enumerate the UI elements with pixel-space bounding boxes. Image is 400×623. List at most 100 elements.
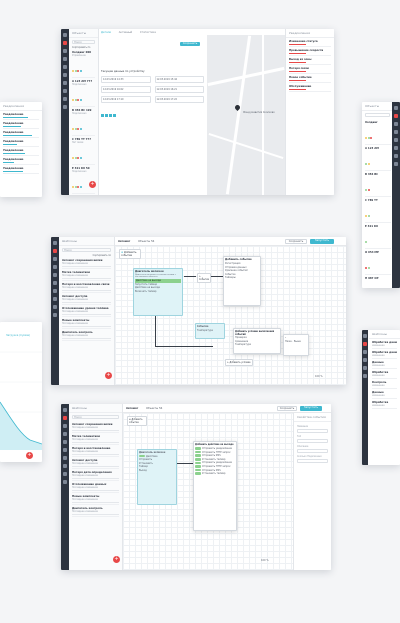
list-item[interactable]: Холдинг xyxy=(365,119,391,145)
canvas[interactable]: ⊕ Добавить событие Двигатель включен Дви… xyxy=(115,246,346,385)
list-item-sub: Последнее изменение xyxy=(72,425,98,429)
date-field[interactable]: 12.03.2019 16:21 xyxy=(154,86,204,93)
property-field[interactable] xyxy=(297,439,328,443)
nav-rail xyxy=(362,330,368,465)
list-item[interactable]: Уведомление xyxy=(3,156,39,165)
main-event-node[interactable]: Двигатель включен Двигатель включен в со… xyxy=(133,268,183,316)
add-event-mini[interactable]: + Событие xyxy=(197,273,211,283)
notification-item[interactable]: Изменение статуса xyxy=(289,38,331,47)
property-field[interactable] xyxy=(297,449,328,453)
list-item[interactable]: Двигатель контроль Последнее изменение xyxy=(72,505,119,517)
main-event-node[interactable]: Двигатель включен Действие Отправить Уст… xyxy=(137,449,177,505)
start-node[interactable]: ⊕ Добавить событие xyxy=(127,416,147,426)
list-item[interactable]: Отслеживание данных Последнее изменение xyxy=(72,481,119,493)
list-item[interactable]: Данные изменение xyxy=(372,389,397,399)
search-input[interactable] xyxy=(365,113,390,117)
list-item[interactable]: E 321 KX 50 Подключено xyxy=(72,165,95,194)
list-item[interactable]: Уведомление xyxy=(3,120,39,129)
list-item[interactable]: Новые комплекты Последнее изменение xyxy=(72,493,119,505)
list-item[interactable]: O 654 MP 77Подключено xyxy=(72,194,95,195)
date-field[interactable]: 12.03.2019 14:33 xyxy=(101,76,151,83)
notification-item[interactable]: Обслуживание xyxy=(289,83,331,92)
search-input[interactable]: Поиск xyxy=(72,415,119,419)
list-item[interactable]: H 987 OP xyxy=(365,275,391,288)
save-button[interactable]: Сохранить xyxy=(277,406,297,411)
node-row[interactable]: Выход xyxy=(139,469,175,473)
list-item[interactable]: Автомат доступа Последнее изменение xyxy=(72,457,119,469)
zoom-level[interactable]: 100 % xyxy=(261,559,269,562)
date-field[interactable]: 12.03.2019 15:44 xyxy=(154,76,204,83)
canvas[interactable]: ⊕ Добавить событие Двигатель включен Дей… xyxy=(123,413,293,570)
popup-row[interactable]: Установить таймер xyxy=(195,472,235,476)
map-view[interactable]: Фонд развития Сколково xyxy=(207,35,285,195)
list-item[interactable]: A 123 AM xyxy=(365,145,391,171)
list-item[interactable]: A 123 AM 777 Подключено xyxy=(72,78,95,107)
list-item[interactable]: Уведомление xyxy=(3,138,39,147)
breadcrumb-objects[interactable]: Объекты 56 xyxy=(138,240,154,243)
list-item[interactable]: Обработка данныхизменение xyxy=(372,339,397,349)
breadcrumb-automaton[interactable]: Автомат xyxy=(126,407,138,410)
list-item[interactable]: Метка телематики Последнее изменение xyxy=(72,433,119,445)
value-row[interactable]: Ниже · Выше xyxy=(285,340,307,344)
save-button[interactable]: Сохранить xyxy=(285,239,307,244)
list-item[interactable]: Уведомление xyxy=(3,165,39,174)
list-item[interactable]: Потеря дата определения Последнее изменен… xyxy=(72,469,119,481)
list-item[interactable]: Обработка данныхизменение xyxy=(372,349,397,359)
tab-stats[interactable]: Статистика xyxy=(140,31,156,34)
list-item[interactable]: C 789 TT xyxy=(365,197,391,223)
list-item[interactable]: B 456 BC 199 Подключено xyxy=(72,107,95,136)
notification-item[interactable]: Потеря связи xyxy=(289,65,331,74)
action-button[interactable]: Сохранить xyxy=(180,42,200,46)
list-item[interactable]: Данные изменение xyxy=(372,359,397,369)
property-field[interactable] xyxy=(297,459,328,463)
notification-item[interactable]: Выход из зоны xyxy=(289,56,331,65)
list-item[interactable]: Холдинг 000 Управление xyxy=(72,49,95,78)
add-button[interactable]: + xyxy=(26,452,33,459)
list-item[interactable]: Контроль изменение xyxy=(372,379,397,389)
condition-node[interactable]: Событие Температура xyxy=(195,323,225,339)
list-item[interactable]: Новые комплекты Последнее изменение xyxy=(62,317,111,329)
date-field[interactable]: 12.03.2019 16:02 xyxy=(101,86,151,93)
node-row[interactable]: Включить таймер xyxy=(135,290,181,294)
notification-item[interactable]: Превышение скорости xyxy=(289,47,331,56)
publish-button[interactable]: Запустить xyxy=(310,239,334,244)
breadcrumb-automaton[interactable]: Автомат xyxy=(118,240,130,243)
list-item[interactable]: B 456 BC xyxy=(365,171,391,197)
list-item[interactable]: Двигатель контроль Последнее изменение xyxy=(62,329,111,341)
popup-row[interactable]: Таймеры xyxy=(225,276,259,280)
add-button[interactable]: + xyxy=(89,181,96,188)
list-item[interactable]: Автомат доступа Последнее изменение xyxy=(62,293,111,305)
list-item[interactable]: Автомат сохранения вилки Последнее измене… xyxy=(62,257,111,269)
panel-title: Уведомления xyxy=(286,29,334,38)
search-input[interactable]: Поиск xyxy=(72,40,95,44)
add-button[interactable]: + xyxy=(113,556,120,563)
list-item[interactable]: E 321 KX xyxy=(365,223,391,249)
list-item[interactable]: Уведомление xyxy=(3,111,39,120)
tab-active[interactable]: Активный xyxy=(119,31,133,34)
list-item[interactable]: C 789 TT 777 Нет связи xyxy=(72,136,95,165)
publish-button[interactable]: Запустить xyxy=(300,406,322,411)
search-input[interactable]: Поиск xyxy=(62,248,111,252)
list-item[interactable]: Автомат сохранения вилки Последнее измене… xyxy=(72,421,119,433)
list-item[interactable]: Отслеживание уровня топлива Последнее изм… xyxy=(62,305,111,317)
breadcrumb-objects[interactable]: Объекты 56 xyxy=(146,407,162,410)
list-item[interactable]: O 654 MP xyxy=(365,249,391,275)
list-item[interactable]: Уведомление xyxy=(3,129,39,138)
list-item-sub: Последнее изменение xyxy=(62,309,88,313)
list-item[interactable]: Уведомление xyxy=(3,147,39,156)
date-field[interactable]: 12.03.2019 17:22 xyxy=(154,96,204,103)
popup-row[interactable]: Температура xyxy=(235,343,279,347)
property-field[interactable] xyxy=(297,429,328,433)
list-item[interactable]: Потеря и восстановление связи Последнее и… xyxy=(62,281,111,293)
property-label: Тип xyxy=(297,435,302,438)
list-item[interactable]: Потеря и восстановление Последнее изменен… xyxy=(72,445,119,457)
add-button[interactable]: + xyxy=(105,372,112,379)
add-condition-node[interactable]: + Добавить условие xyxy=(225,359,253,366)
list-item[interactable]: Метка телематики Последнее изменение xyxy=(62,269,111,281)
start-node[interactable]: ⊕ Добавить событие xyxy=(119,249,141,259)
notification-item[interactable]: Новое событие xyxy=(289,74,331,83)
zoom-level[interactable]: 100 % xyxy=(315,375,323,378)
list-item[interactable]: Обработка изменение xyxy=(372,399,397,409)
list-item[interactable]: Обработка изменение xyxy=(372,369,397,379)
tab-details[interactable]: Детали xyxy=(101,31,111,34)
